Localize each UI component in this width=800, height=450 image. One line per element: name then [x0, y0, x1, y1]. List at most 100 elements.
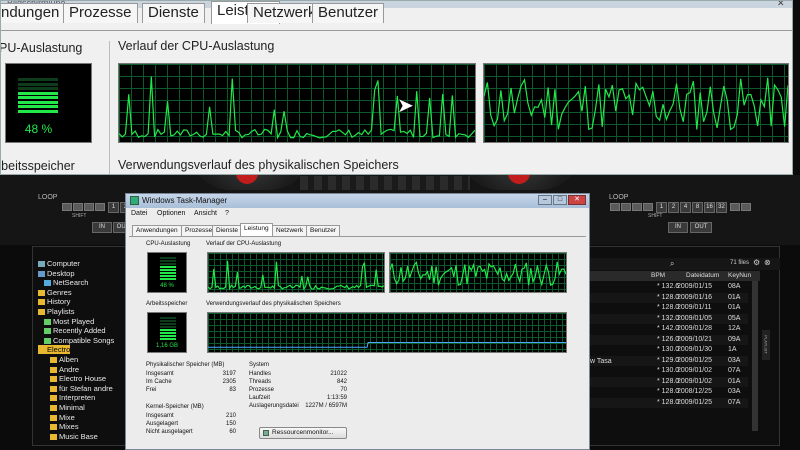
tab-benutzer[interactable]: Benutzer [306, 225, 341, 236]
tree-item[interactable]: Mixes [50, 422, 79, 431]
computer-icon [38, 261, 45, 268]
deck-button[interactable] [632, 203, 642, 211]
tree-item[interactable]: Minimal [50, 403, 85, 412]
loop-label-right: LOOP [609, 194, 629, 201]
tree-item[interactable]: Alben [50, 355, 78, 364]
table-row[interactable]: * 130.0 2009/01/02 07A [580, 366, 748, 376]
big-tab-prozesse[interactable]: Prozesse [63, 3, 138, 23]
stat-value: 842 [336, 379, 347, 385]
loop-in-button-right[interactable]: IN [668, 222, 688, 233]
tree-item[interactable]: Desktop [38, 269, 75, 278]
table-row[interactable]: * 126.0 2009/10/21 09A [580, 334, 748, 345]
loop-length-button[interactable]: 32 [716, 202, 727, 213]
close-button[interactable]: ✕ [568, 195, 586, 205]
loop-out-button-right[interactable]: OUT [690, 222, 712, 233]
column-date[interactable]: Dateidatum [686, 272, 719, 279]
deck-button[interactable] [730, 203, 740, 211]
deck-button[interactable] [73, 203, 83, 211]
tree-item-label: Mixe [59, 412, 75, 422]
loop-length-button[interactable]: 1 [656, 202, 667, 213]
cell-date: 2009/01/25 [677, 398, 713, 406]
table-row[interactable]: * 130.0 2009/01/30 1A [580, 345, 748, 355]
tab-netzwerk[interactable]: Netzwerk [272, 225, 308, 236]
meter-segment [18, 105, 58, 108]
tree-item[interactable]: für Stefan andre [50, 384, 113, 393]
tree-item[interactable]: Music Base [50, 432, 98, 441]
tab-anwendungen[interactable]: Anwendungen [132, 225, 182, 236]
tree-item[interactable]: Playlists [38, 307, 75, 316]
loop-in-button-left[interactable]: IN [92, 222, 112, 233]
deck-button[interactable] [741, 203, 751, 211]
menu-optionen[interactable]: Optionen [157, 210, 185, 217]
big-tab-dienste[interactable]: Dienste [142, 3, 205, 23]
scrollbar[interactable] [752, 281, 758, 431]
tree-item[interactable]: Interpreten [50, 393, 95, 402]
stat-label: Insgesamt [146, 371, 174, 377]
tree-item[interactable]: Most Played [44, 317, 94, 326]
table-row[interactable]: * 128.0 2008/12/25 03A [580, 387, 748, 397]
cpu-history-label: Verlauf der CPU-Auslastung [206, 241, 282, 247]
tab-leistung[interactable]: Leistung [240, 223, 273, 236]
cell-date: 2009/01/11 [677, 304, 712, 311]
menu-ansicht[interactable]: Ansicht [194, 210, 217, 217]
settings-icon[interactable]: ⚙ [753, 258, 760, 267]
cell-bpm: * 132.0 [657, 314, 680, 322]
menu-datei[interactable]: Datei [131, 210, 147, 217]
loop-length-button[interactable]: 8 [692, 202, 703, 213]
cell-bpm: * 129.0 [657, 356, 680, 364]
meter-segment [160, 272, 176, 274]
table-row[interactable]: * 128.0 2009/01/02 01A [580, 376, 748, 387]
tree-item[interactable]: Computer [38, 259, 80, 268]
deck-button[interactable] [621, 203, 631, 211]
tree-item[interactable]: Recently Added [44, 326, 106, 335]
folder-icon [38, 309, 45, 316]
big-tab-benutzer[interactable]: Benutzer [312, 3, 385, 23]
cell-bpm: * 130.0 [657, 367, 680, 374]
deck-button[interactable] [95, 203, 105, 211]
deck-button[interactable] [610, 203, 620, 211]
files-count: 71 files [730, 260, 750, 266]
magnifier-close-icon[interactable]: ✕ [777, 1, 785, 9]
close-icon[interactable]: ⊗ [764, 258, 771, 267]
loop-length-button[interactable]: 16 [704, 202, 715, 213]
menu-help[interactable]: ? [225, 210, 229, 217]
maximize-button[interactable]: □ [553, 195, 567, 205]
table-row[interactable]: * 132.6 2009/01/15 08A [580, 282, 748, 292]
tab-dienste[interactable]: Dienste [212, 225, 243, 236]
tree-item[interactable]: Andre [50, 365, 79, 374]
meter-segment [160, 269, 176, 271]
tree-item[interactable]: Mixe [50, 413, 75, 422]
tree-item-label: Playlists [47, 307, 75, 316]
tree-item[interactable]: NetSearch [44, 278, 88, 287]
table-row[interactable]: * 128.0 2009/01/16 01A [580, 292, 748, 303]
minimize-button[interactable]: – [538, 195, 552, 205]
loop-length-button[interactable]: 4 [680, 202, 691, 213]
tree-item[interactable]: History [38, 297, 70, 306]
system-title: System [249, 362, 270, 368]
column-key[interactable]: KeyNun [728, 272, 751, 279]
kernel-mem-title: Kernel-Speicher (MB) [146, 404, 204, 410]
search-icon[interactable]: ⌕ [670, 259, 674, 269]
loop-length-button[interactable]: 2 [668, 202, 679, 213]
loop-length-button[interactable]: 1 [108, 202, 119, 213]
big-tab-anwendungen[interactable]: ndungen [1, 3, 66, 23]
tab-prozesse[interactable]: Prozesse [181, 225, 217, 236]
folder-icon [50, 366, 57, 373]
table-row[interactable]: * 132.0 2009/01/05 05A [580, 313, 748, 324]
cell-date: 2009/01/25 [677, 356, 713, 364]
tree-item[interactable]: Electro House [50, 374, 106, 383]
big-tab-netzwerk[interactable]: Netzwerk [247, 3, 322, 23]
deck-button[interactable] [643, 203, 653, 211]
deck-button[interactable] [62, 203, 72, 211]
resource-monitor-button[interactable]: Ressourcenmonitor... [259, 427, 347, 439]
deck-button[interactable] [84, 203, 94, 211]
table-row[interactable]: * 128.0 2009/01/25 07A [580, 397, 748, 408]
stat-value: 3197 [222, 371, 236, 377]
tree-item[interactable]: Electro [38, 345, 71, 355]
cell-key: 03A [728, 388, 741, 395]
tree-item[interactable]: Genres [38, 288, 72, 297]
tree-item[interactable]: Compatible Songs [44, 336, 114, 345]
column-bpm[interactable]: BPM [651, 272, 665, 279]
table-row[interactable]: * 142.0 2009/01/28 12A [580, 324, 748, 334]
table-row[interactable]: * 128.0 2009/01/11 01A [580, 303, 748, 313]
